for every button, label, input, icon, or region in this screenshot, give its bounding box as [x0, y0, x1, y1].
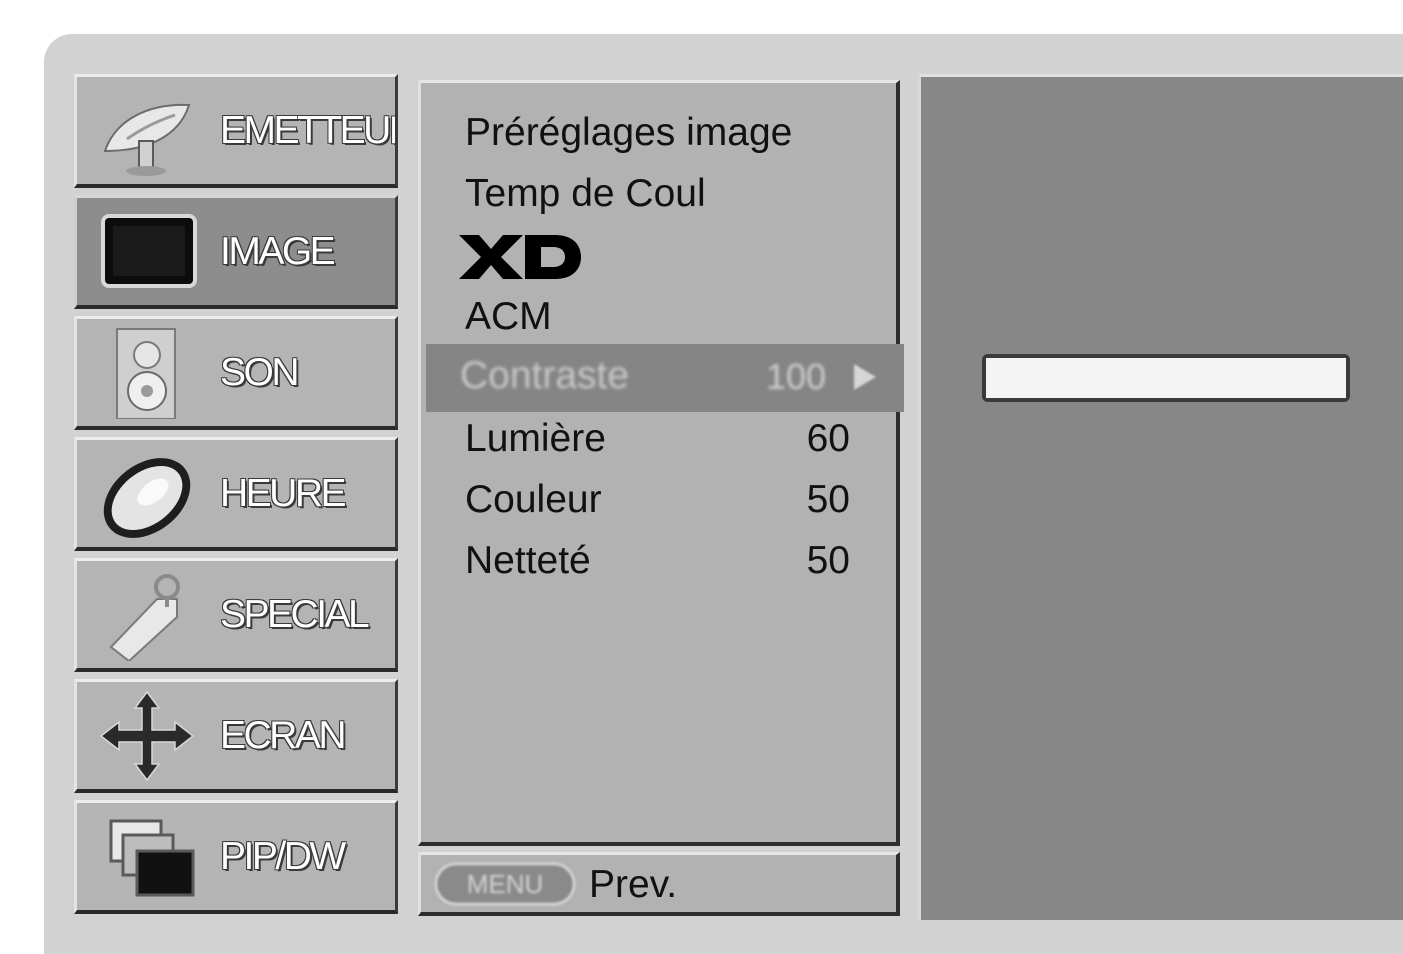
couleur-value: 50 [806, 478, 850, 521]
adjust-panel [918, 74, 1403, 920]
menu-button[interactable]: MENU [435, 863, 575, 905]
category-label: PIP/DW [220, 834, 346, 878]
category-item-image[interactable]: IMAGE [74, 195, 398, 309]
clock-icon [103, 458, 191, 538]
move-arrows-icon [99, 690, 195, 782]
category-label: SON [220, 350, 300, 394]
category-item-emetteur[interactable]: EMETTEUR [74, 74, 398, 188]
category-item-pipdw[interactable]: PIP/DW [74, 800, 398, 914]
category-label: HEURE [220, 471, 347, 515]
category-item-special[interactable]: SPECIAL [74, 558, 398, 672]
category-item-son[interactable]: SON [74, 316, 398, 430]
tv-screen-icon [101, 214, 197, 288]
submenu-item-xd[interactable] [459, 233, 581, 281]
speaker-icon [116, 328, 176, 419]
submenu-item-couleur[interactable]: Couleur [465, 478, 602, 522]
pip-windows-icon [109, 819, 195, 897]
tag-icon [109, 574, 180, 661]
submenu-item-lumiere[interactable]: Lumière [465, 417, 606, 461]
lumiere-value: 60 [806, 417, 850, 460]
category-label: IMAGE [220, 229, 336, 273]
submenu-item-acm[interactable]: ACM [465, 295, 552, 339]
submenu-item-preglages-image[interactable]: Préréglages image [465, 111, 792, 155]
category-label: ECRAN [220, 713, 347, 757]
footer-bar: MENU Prev. [418, 852, 900, 916]
right-arrow-icon [854, 364, 876, 390]
category-item-ecran[interactable]: ECRAN [74, 679, 398, 793]
category-label: EMETTEUR [220, 108, 398, 152]
satellite-dish-icon [103, 103, 191, 176]
slider-fill [986, 358, 1346, 398]
contraste-label: Contraste [460, 354, 630, 397]
category-item-heure[interactable]: HEURE [74, 437, 398, 551]
category-label: SPECIAL [220, 592, 370, 636]
prev-label: Prev. [589, 863, 678, 906]
submenu-item-contraste[interactable]: Contraste 100 [426, 344, 904, 412]
submenu-panel: Préréglages image Temp de Coul ACM Lumiè… [418, 80, 900, 846]
nettete-value: 50 [806, 539, 850, 582]
category-menu: EMETTEUR IMAGE SON HEURE SPECIAL ECRAN P… [74, 74, 400, 920]
submenu-item-nettete[interactable]: Netteté [465, 539, 591, 583]
submenu-item-temp-de-coul[interactable]: Temp de Coul [465, 172, 706, 216]
contraste-value: 100 [766, 356, 827, 397]
contraste-slider[interactable] [982, 354, 1350, 402]
